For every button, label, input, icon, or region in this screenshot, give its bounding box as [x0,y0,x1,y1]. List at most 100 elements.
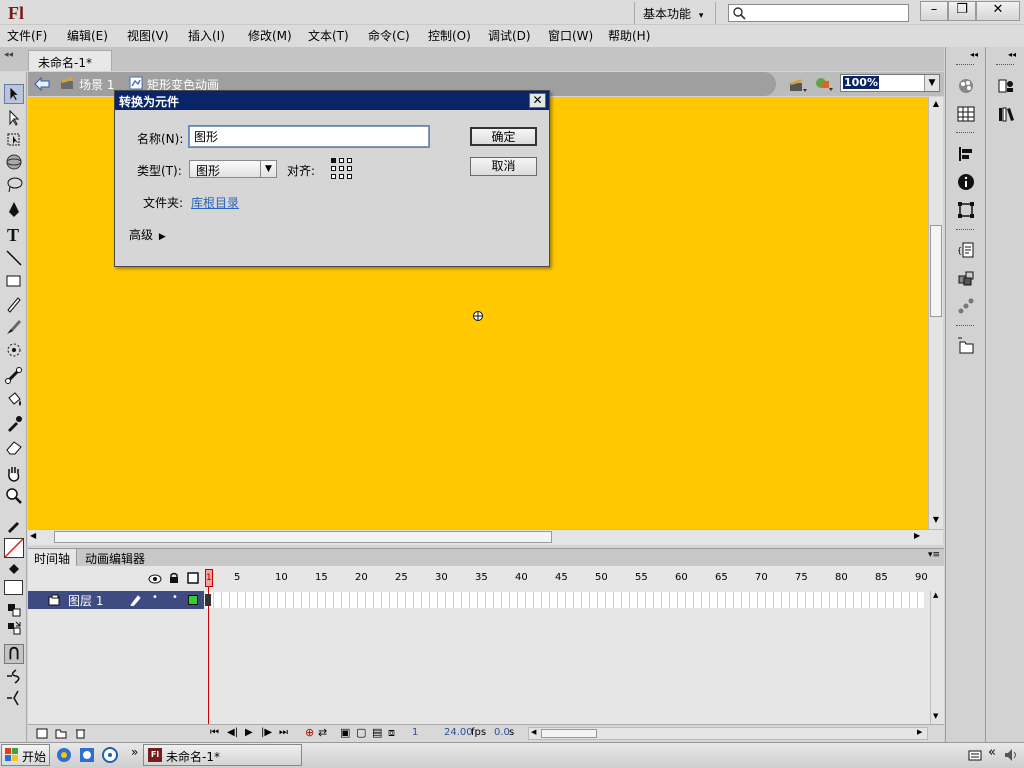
panel-gripper[interactable] [956,64,974,66]
layer-visible-dot[interactable]: • [152,592,158,603]
timeline-vertical-scrollbar[interactable]: ▲ ▼ [930,591,943,724]
menu-view[interactable]: 视图(V) [127,27,169,44]
tab-motion-editor[interactable]: 动画编辑器 [80,550,150,567]
components-panel-icon[interactable] [957,269,975,287]
start-button[interactable]: 开始 [1,744,50,766]
current-frame[interactable]: 1 [412,727,418,738]
keyboard-icon[interactable] [968,748,982,762]
restore-button[interactable]: ❐ [948,1,976,21]
menu-commands[interactable]: 命令(C) [368,27,410,44]
new-layer-icon[interactable] [36,727,48,739]
outline-icon[interactable] [187,572,199,584]
menu-help[interactable]: 帮助(H) [608,27,650,44]
timeline-scroll-up-icon[interactable]: ▲ [933,591,938,599]
stroke-color-icon[interactable] [4,516,24,536]
delete-layer-icon[interactable] [74,727,86,739]
menu-modify[interactable]: 修改(M) [248,27,292,44]
rectangle-tool-icon[interactable] [4,271,24,291]
vertical-scroll-thumb[interactable] [930,225,942,317]
workspace-switcher[interactable]: 基本功能 ▾ [634,2,716,24]
symbol-type-select[interactable]: 图形 ▼ [189,160,277,178]
cancel-button[interactable]: 取消 [470,157,537,176]
lock-icon[interactable] [168,572,180,584]
ok-button[interactable]: 确定 [470,127,537,146]
dialog-close-button[interactable]: ✕ [529,93,546,108]
stroke-color-swatch[interactable] [4,538,24,558]
eyedropper-tool-icon[interactable] [4,414,24,434]
horizontal-scroll-thumb[interactable] [54,531,552,543]
edit-scene-icon[interactable] [788,76,808,94]
pencil-tool-icon[interactable] [4,294,24,314]
scroll-left-button[interactable]: ◀ [30,531,36,540]
timeline-horizontal-scrollbar[interactable]: ◀ ▶ [528,727,928,740]
3d-rotation-tool-icon[interactable] [4,152,24,172]
paint-bucket-tool-icon[interactable] [4,390,24,410]
menu-text[interactable]: 文本(T) [308,27,349,44]
properties-panel-icon[interactable] [997,77,1015,95]
menu-control[interactable]: 控制(O) [428,27,471,44]
align-panel-icon[interactable] [957,145,975,163]
scroll-up-button[interactable]: ▲ [930,99,942,111]
black-white-icon[interactable] [4,600,24,620]
panel-gripper[interactable] [956,325,974,327]
help-search-input[interactable] [728,4,909,22]
pen-tool-icon[interactable] [4,200,24,220]
menu-edit[interactable]: 编辑(E) [67,27,108,44]
stage-horizontal-scrollbar[interactable]: ◀ ▶ [28,529,943,545]
smooth-icon[interactable] [4,666,24,686]
show-hide-eye-icon[interactable] [148,573,162,585]
selection-tool-icon[interactable] [4,84,24,104]
breadcrumb-scene[interactable]: 场景 1 [79,76,114,93]
hand-tool-icon[interactable] [4,463,24,483]
tab-timeline[interactable]: 时间轴 [28,549,78,566]
line-tool-icon[interactable] [4,248,24,268]
modify-onion-markers-icon[interactable]: ⧈ [388,726,395,740]
frame-cells[interactable] [206,592,924,608]
close-window-button[interactable]: ✕ [976,1,1020,21]
actions-panel-icon[interactable]: { [957,241,975,259]
edit-multiple-frames-icon[interactable]: ▤ [372,726,382,739]
panel-menu-icon[interactable]: ▾≡ [928,550,940,560]
collapse-toolbar-icon[interactable]: ◂◂ [4,50,13,60]
timeline-scroll-left-icon[interactable]: ◀ [531,728,536,736]
minimize-button[interactable]: – [920,1,948,21]
menu-debug[interactable]: 调试(D) [488,27,531,44]
frame-rate[interactable]: 24.00 [444,727,473,738]
panel-gripper[interactable] [956,229,974,231]
motion-presets-icon[interactable] [957,297,975,315]
snap-to-objects-icon[interactable] [4,644,24,664]
new-folder-icon[interactable] [55,727,67,739]
onion-skin-outlines-icon[interactable]: ▢ [356,726,366,739]
scroll-right-button[interactable]: ▶ [914,531,920,540]
deco-tool-icon[interactable] [4,340,24,360]
stage-vertical-scrollbar[interactable]: ▲ ▼ [928,97,943,529]
bone-tool-icon[interactable] [4,366,24,386]
layer-name[interactable]: 图层 1 [68,592,103,609]
straighten-icon[interactable] [4,688,24,708]
layer-outline-color-swatch[interactable] [188,595,198,605]
swatches-panel-icon[interactable] [957,105,975,123]
previous-frame-icon[interactable]: ◀| [227,727,238,738]
transform-panel-icon[interactable] [957,201,975,219]
timeline-scroll-down-icon[interactable]: ▼ [933,712,938,720]
advanced-toggle[interactable]: 高级 ▶ [129,226,166,243]
brush-tool-icon[interactable] [4,317,24,337]
zoom-tool-icon[interactable] [4,486,24,506]
app-shortcut-icon[interactable] [102,747,118,763]
swap-colors-icon[interactable] [4,618,24,638]
volume-icon[interactable] [1003,747,1019,763]
color-panel-icon[interactable] [957,77,975,95]
symbol-name-input[interactable] [188,125,430,148]
subselection-tool-icon[interactable] [4,108,24,128]
lasso-tool-icon[interactable] [4,175,24,195]
library-panel-icon[interactable] [997,105,1015,123]
scroll-down-button[interactable]: ▼ [930,515,942,527]
browser-icon[interactable] [79,747,95,763]
layer-lock-dot[interactable]: • [172,592,178,603]
panel-gripper[interactable] [996,64,1014,66]
keyframe-1[interactable] [205,594,211,606]
layer-row[interactable]: 图层 1 • • [28,591,204,609]
last-frame-icon[interactable]: ⏭ [279,727,288,738]
first-frame-icon[interactable]: ⏮ [210,727,219,738]
timeline-scroll-thumb[interactable] [541,729,597,738]
